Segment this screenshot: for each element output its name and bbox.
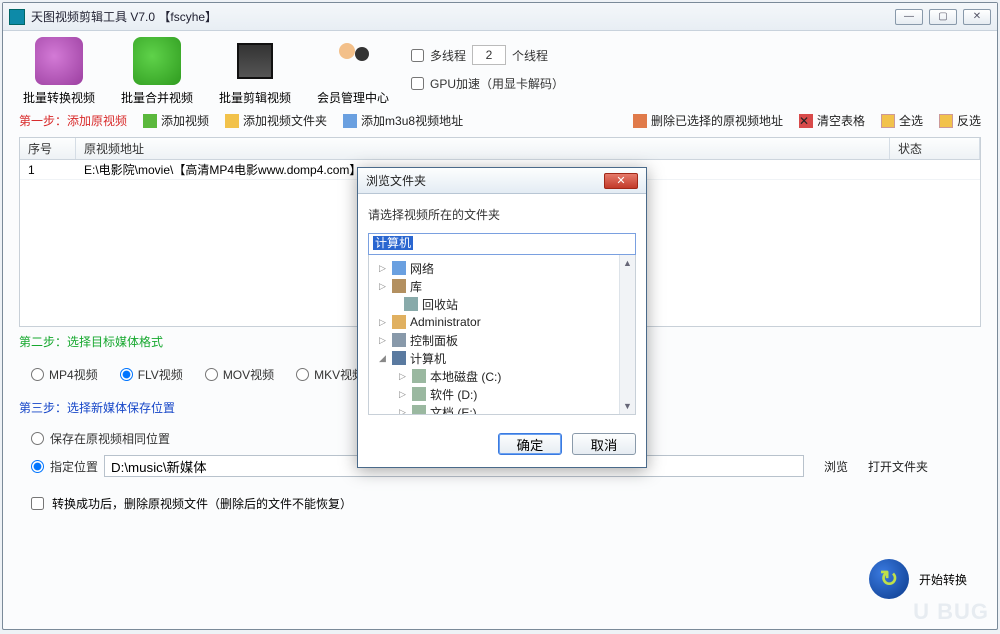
library-icon — [392, 279, 406, 293]
main-window: 天图视频剪辑工具 V7.0 【fscyhe】 — ▢ ✕ 批量转换视频 批量合并… — [2, 2, 998, 630]
tree-scrollbar[interactable]: ▲▼ — [619, 255, 635, 414]
tree-node-drive-e[interactable]: ▷文档 (E:) — [371, 403, 633, 415]
dialog-overlay: 浏览文件夹 ✕ 请选择视频所在的文件夹 计算机 ▷网络 ▷库 回收站 ▷Admi… — [3, 3, 997, 629]
dialog-close-button[interactable]: ✕ — [604, 173, 638, 189]
tree-node-drive-c[interactable]: ▷本地磁盘 (C:) — [371, 367, 633, 385]
dialog-prompt: 请选择视频所在的文件夹 — [368, 202, 636, 233]
dialog-path-input[interactable]: 计算机 — [368, 233, 636, 255]
drive-icon — [412, 387, 426, 401]
dialog-title: 浏览文件夹 — [366, 172, 604, 189]
tree-node-drive-d[interactable]: ▷软件 (D:) — [371, 385, 633, 403]
tree-node-network[interactable]: ▷网络 — [371, 259, 633, 277]
computer-icon — [392, 351, 406, 365]
browse-folder-dialog: 浏览文件夹 ✕ 请选择视频所在的文件夹 计算机 ▷网络 ▷库 回收站 ▷Admi… — [357, 167, 647, 468]
folder-tree[interactable]: ▷网络 ▷库 回收站 ▷Administrator ▷控制面板 ◢计算机 ▷本地… — [368, 255, 636, 415]
tree-node-library[interactable]: ▷库 — [371, 277, 633, 295]
user-icon — [392, 315, 406, 329]
recycle-icon — [404, 297, 418, 311]
dialog-cancel-button[interactable]: 取消 — [572, 433, 636, 455]
drive-icon — [412, 369, 426, 383]
dialog-ok-button[interactable]: 确定 — [498, 433, 562, 455]
network-icon — [392, 261, 406, 275]
drive-icon — [412, 405, 426, 415]
scroll-up-button[interactable]: ▲ — [620, 255, 635, 271]
tree-node-computer[interactable]: ◢计算机 — [371, 349, 633, 367]
tree-node-recycle[interactable]: 回收站 — [371, 295, 633, 313]
tree-node-control[interactable]: ▷控制面板 — [371, 331, 633, 349]
scroll-down-button[interactable]: ▼ — [620, 398, 635, 414]
tree-node-admin[interactable]: ▷Administrator — [371, 313, 633, 331]
dialog-titlebar[interactable]: 浏览文件夹 ✕ — [358, 168, 646, 194]
control-panel-icon — [392, 333, 406, 347]
